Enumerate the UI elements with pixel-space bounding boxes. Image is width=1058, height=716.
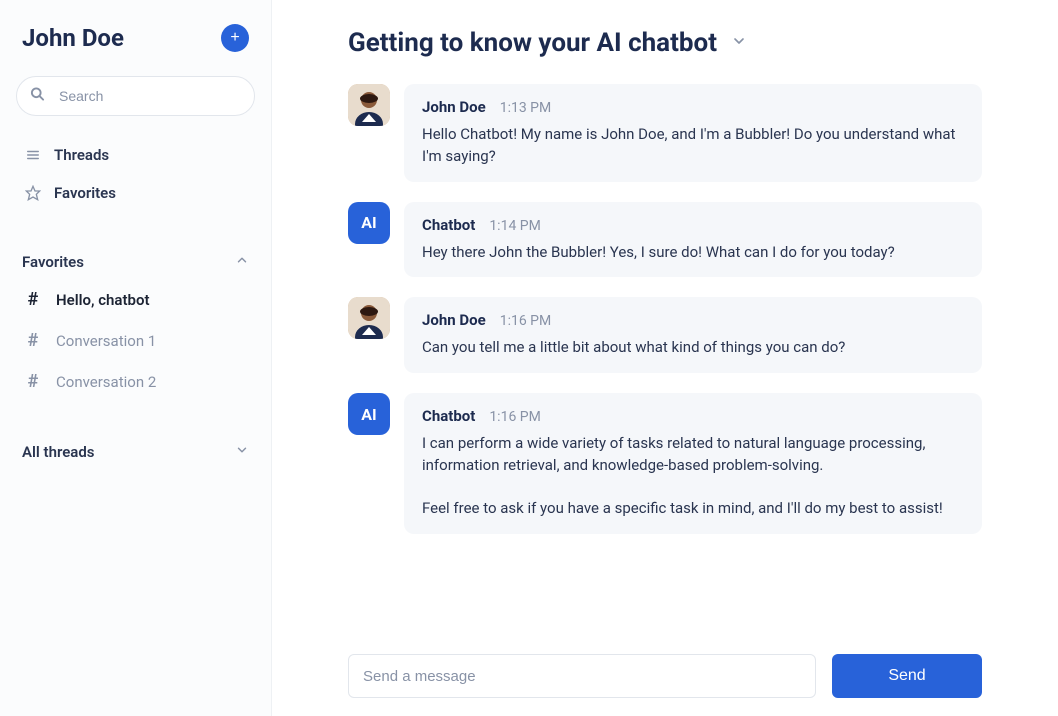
ai-avatar: AI xyxy=(348,202,390,244)
message-body: Hello Chatbot! My name is John Doe, and … xyxy=(422,124,964,168)
hash-icon: # xyxy=(24,371,42,392)
chevron-up-icon xyxy=(235,252,249,271)
message-row: AI Chatbot 1:16 PM I can perform a wide … xyxy=(348,393,982,534)
message-row: John Doe 1:16 PM Can you tell me a littl… xyxy=(348,297,982,373)
composer: Send xyxy=(302,636,1028,698)
message-time: 1:14 PM xyxy=(489,218,541,234)
message-sender: Chatbot xyxy=(422,216,475,234)
chevron-down-icon[interactable] xyxy=(731,33,747,53)
message-input[interactable] xyxy=(348,654,816,698)
thread-item[interactable]: # Conversation 2 xyxy=(16,361,255,402)
thread-label: Conversation 1 xyxy=(56,332,156,350)
thread-label: Conversation 2 xyxy=(56,373,156,391)
search-input[interactable] xyxy=(16,76,255,116)
plus-icon: + xyxy=(230,29,239,47)
new-thread-button[interactable]: + xyxy=(221,24,249,52)
message-time: 1:13 PM xyxy=(500,100,552,116)
user-avatar xyxy=(348,84,390,126)
message-bubble: Chatbot 1:14 PM Hey there John the Bubbl… xyxy=(404,202,982,278)
favorites-section-title: Favorites xyxy=(22,253,84,271)
thread-item[interactable]: # Hello, chatbot xyxy=(16,279,255,320)
chat-title: Getting to know your AI chatbot xyxy=(348,28,717,58)
message-body: Hey there John the Bubbler! Yes, I sure … xyxy=(422,242,964,264)
favorites-section-header[interactable]: Favorites xyxy=(16,244,255,279)
search-icon xyxy=(30,87,45,106)
hash-icon: # xyxy=(24,289,42,310)
nav-favorites[interactable]: Favorites xyxy=(16,174,255,212)
all-threads-section-header[interactable]: All threads xyxy=(16,434,255,469)
ai-avatar-label: AI xyxy=(361,405,376,424)
message-list: John Doe 1:13 PM Hello Chatbot! My name … xyxy=(302,74,1028,636)
list-icon xyxy=(24,148,42,162)
all-threads-section-title: All threads xyxy=(22,443,95,461)
sidebar-username: John Doe xyxy=(22,24,124,52)
message-row: AI Chatbot 1:14 PM Hey there John the Bu… xyxy=(348,202,982,278)
thread-label: Hello, chatbot xyxy=(56,291,149,309)
message-sender: John Doe xyxy=(422,98,486,116)
nav-favorites-label: Favorites xyxy=(54,184,116,202)
message-body: Can you tell me a little bit about what … xyxy=(422,337,964,359)
message-sender: John Doe xyxy=(422,311,486,329)
main-content: Getting to know your AI chatbot John Doe… xyxy=(272,0,1058,716)
ai-avatar: AI xyxy=(348,393,390,435)
sidebar: John Doe + Threads Favorites Favorites xyxy=(0,0,272,716)
message-time: 1:16 PM xyxy=(489,409,541,425)
nav-threads[interactable]: Threads xyxy=(16,136,255,174)
message-body: I can perform a wide variety of tasks re… xyxy=(422,433,964,520)
nav-threads-label: Threads xyxy=(54,146,109,164)
message-row: John Doe 1:13 PM Hello Chatbot! My name … xyxy=(348,84,982,182)
hash-icon: # xyxy=(24,330,42,351)
send-button[interactable]: Send xyxy=(832,654,982,698)
message-time: 1:16 PM xyxy=(500,313,552,329)
message-bubble: Chatbot 1:16 PM I can perform a wide var… xyxy=(404,393,982,534)
favorites-section: Favorites # Hello, chatbot # Conversatio… xyxy=(16,244,255,402)
message-sender: Chatbot xyxy=(422,407,475,425)
message-bubble: John Doe 1:16 PM Can you tell me a littl… xyxy=(404,297,982,373)
star-icon xyxy=(24,185,42,201)
all-threads-section: All threads xyxy=(16,434,255,469)
ai-avatar-label: AI xyxy=(361,213,376,232)
message-bubble: John Doe 1:13 PM Hello Chatbot! My name … xyxy=(404,84,982,182)
user-avatar xyxy=(348,297,390,339)
chevron-down-icon xyxy=(235,442,249,461)
thread-item[interactable]: # Conversation 1 xyxy=(16,320,255,361)
